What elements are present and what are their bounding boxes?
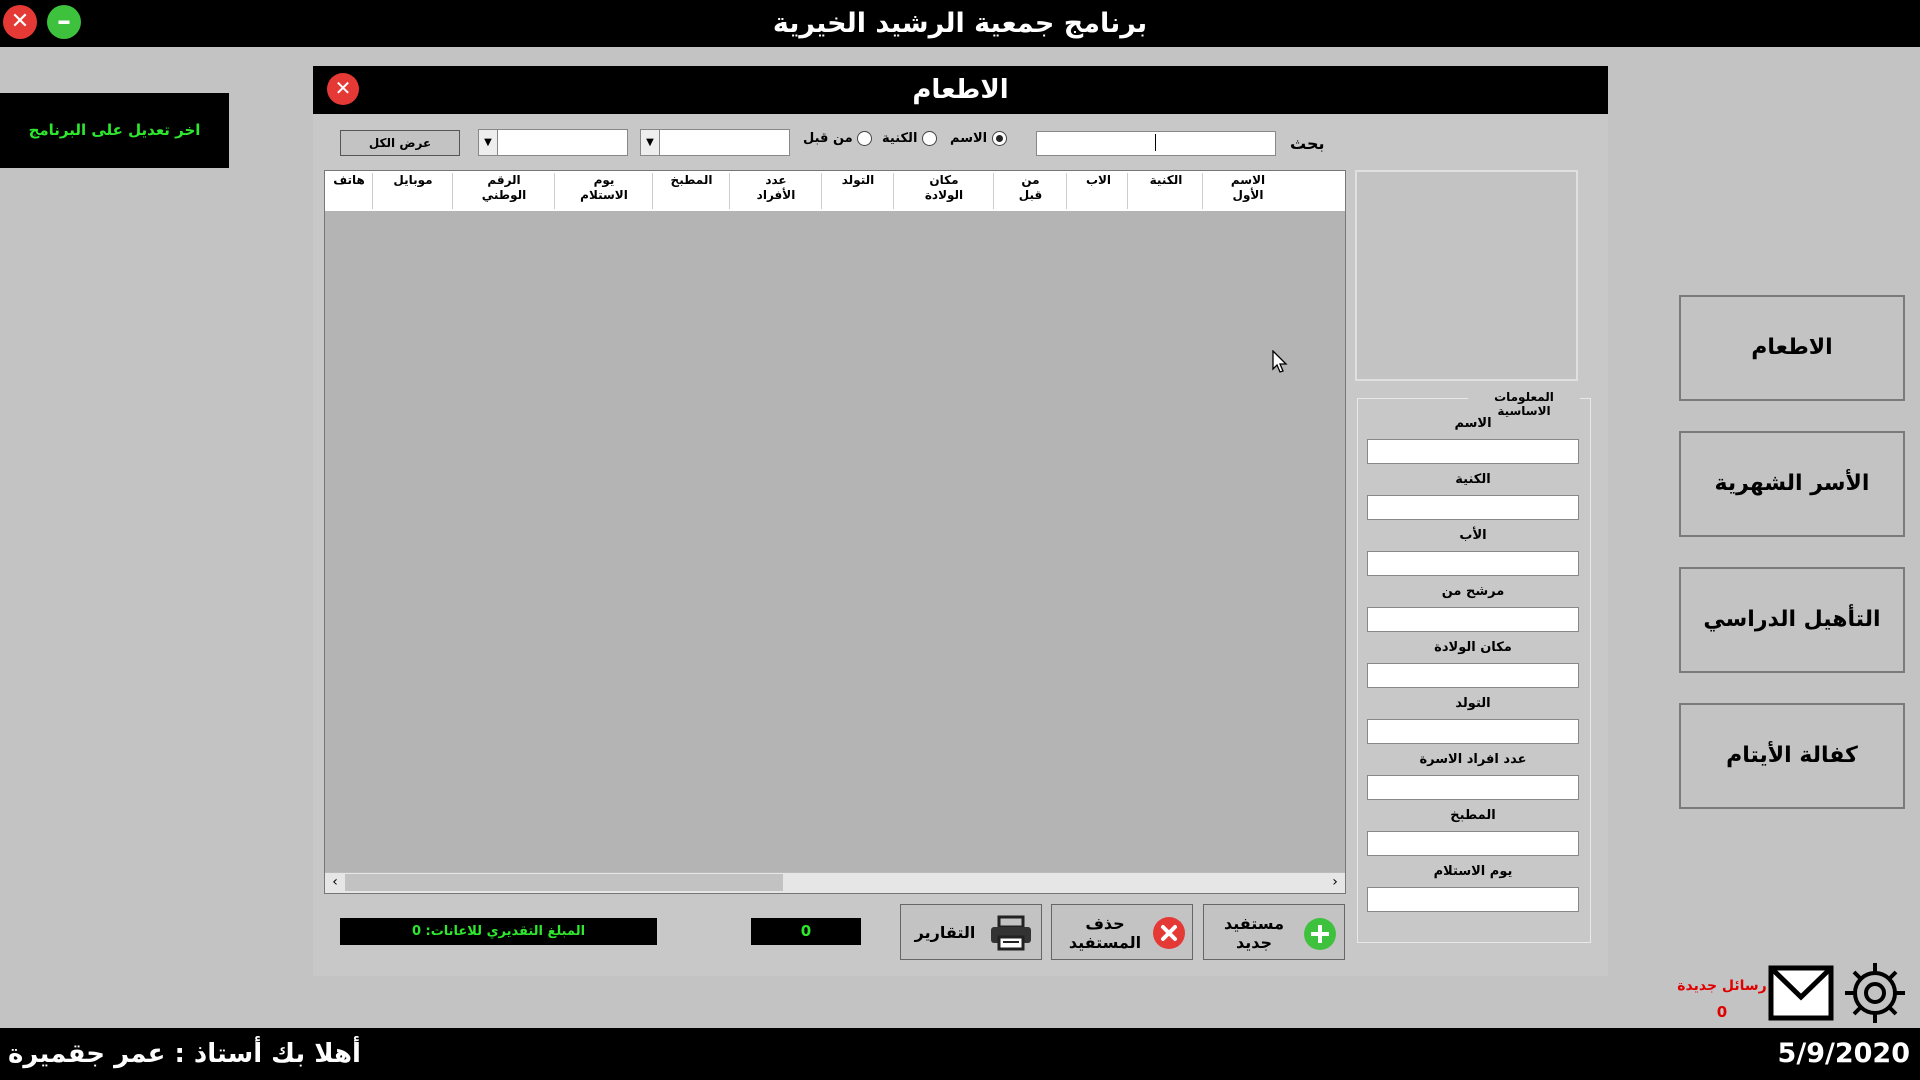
beneficiary-photo[interactable] [1355,170,1578,381]
gear-icon[interactable] [1840,960,1910,1026]
radio-option-name[interactable]: الاسم [950,131,1007,153]
radio-unselected-icon [921,131,937,146]
new-messages-label: رسائل جديدة [1677,978,1767,994]
radio-unselected-icon [857,131,873,146]
new-messages-count: 0 [1716,1003,1728,1021]
menu-orphans-button[interactable]: كفالة الأيتام [1679,703,1905,809]
menu-education-button[interactable]: التأهيل الدراسي [1679,567,1905,673]
estimated-total-amount: المبلغ التقديري للاعانات: 0 [340,918,657,945]
column-divider [821,173,822,209]
radio-option-family-name[interactable]: الكنية [882,131,937,153]
filter-combo-2[interactable] [659,129,790,156]
scroll-right-icon[interactable]: › [1327,872,1343,893]
mail-icon[interactable] [1768,965,1834,1021]
dialog-close-button[interactable]: ✕ [327,73,359,105]
column-divider [1066,173,1067,209]
welcome-message: أهلا بك أستاذ : عمر جقميرة [8,1039,361,1069]
column-header-members-count[interactable]: عدد الأفراد [731,173,821,203]
field-label-father: الأب [1459,528,1487,543]
current-date: 5/9/2020 [1777,1038,1910,1069]
radio-option-label: الاسم [950,131,988,146]
column-header-first-name[interactable]: الاسم الأول [1206,173,1290,203]
menu-feeding-button[interactable]: الاطعام [1679,295,1905,401]
receipt-day-field[interactable] [1367,887,1579,912]
field-label-name: الاسم [1454,416,1492,431]
column-header-receipt-day[interactable]: يوم الاستلام [556,173,652,203]
field-label-receipt-day: يوم الاستلام [1433,864,1513,879]
column-header-family-name[interactable]: الكنية [1130,173,1202,188]
name-field[interactable] [1367,439,1579,464]
app-title: برنامج جمعية الرشيد الخيرية [772,8,1148,39]
column-header-national-id[interactable]: الرقم الوطني [454,173,554,203]
reports-button[interactable]: التقارير [900,904,1042,960]
field-label-family-name: الكنية [1455,472,1491,487]
column-divider [993,173,994,209]
beneficiary-count: 0 [751,918,861,945]
delete-beneficiary-button[interactable]: حذف المستفيد [1051,904,1193,960]
close-app-button[interactable]: ✕ [3,5,37,39]
column-divider [372,173,373,209]
dialog-title: الاطعام [912,75,1009,105]
new-beneficiary-button[interactable]: مستفيد جديد [1203,904,1345,960]
scroll-left-icon[interactable]: ‹ [327,872,343,893]
family-name-field[interactable] [1367,495,1579,520]
radio-option-referred-by[interactable]: من قبل [803,131,873,153]
column-header-birth-date[interactable]: التولد [823,173,893,188]
field-label-referred-by: مرشح من [1441,584,1505,599]
column-divider [1127,173,1128,209]
column-header-referred-by[interactable]: من قبل [995,173,1066,203]
search-label: بحث [1290,134,1325,153]
column-header-father[interactable]: الاب [1070,173,1127,188]
field-label-kitchen: المطبخ [1450,808,1496,823]
radio-option-label: الكنية [882,131,918,146]
show-all-button[interactable]: عرض الكل [340,130,460,156]
new-beneficiary-label: مستفيد جديد [1223,914,1284,952]
column-divider [554,173,555,209]
beneficiaries-table[interactable] [324,170,1346,894]
column-divider [729,173,730,209]
chevron-down-icon[interactable]: ▼ [640,129,660,156]
field-label-members-count: عدد افراد الاسرة [1419,752,1527,767]
scrollbar-thumb[interactable] [345,874,783,891]
kitchen-field[interactable] [1367,831,1579,856]
birth-date-field[interactable] [1367,719,1579,744]
reports-label: التقارير [914,923,976,942]
members-count-field[interactable] [1367,775,1579,800]
printer-icon [989,915,1033,951]
last-edit-note[interactable]: اخر تعديل على البرنامج [0,93,229,168]
referred-by-field[interactable] [1367,607,1579,632]
field-label-birth-date: التولد [1455,696,1491,711]
chevron-down-icon[interactable]: ▼ [478,129,498,156]
search-input[interactable] [1036,131,1276,156]
radio-selected-icon [991,131,1007,146]
field-label-birthplace: مكان الولادة [1434,640,1512,655]
menu-monthly-families-button[interactable]: الأسر الشهرية [1679,431,1905,537]
filter-combo-1[interactable] [497,129,628,156]
column-header-mobile[interactable]: موبايل [374,173,452,188]
plus-icon [1304,918,1336,950]
column-divider [452,173,453,209]
text-caret [1155,134,1156,151]
birthplace-field[interactable] [1367,663,1579,688]
minimize-app-button[interactable]: – [47,5,81,39]
delete-beneficiary-label: حذف المستفيد [1068,914,1142,952]
mouse-cursor-icon [1272,349,1288,374]
column-header-phone[interactable]: هاتف [326,173,372,188]
column-divider [893,173,894,209]
delete-icon [1153,917,1185,949]
column-divider [1202,173,1203,209]
father-field[interactable] [1367,551,1579,576]
column-header-kitchen[interactable]: المطبخ [654,173,729,188]
column-divider [652,173,653,209]
radio-option-label: من قبل [803,131,853,146]
column-header-birthplace[interactable]: مكان الولادة [895,173,993,203]
basic-info-legend: المعلومات الاساسية [1468,390,1580,418]
